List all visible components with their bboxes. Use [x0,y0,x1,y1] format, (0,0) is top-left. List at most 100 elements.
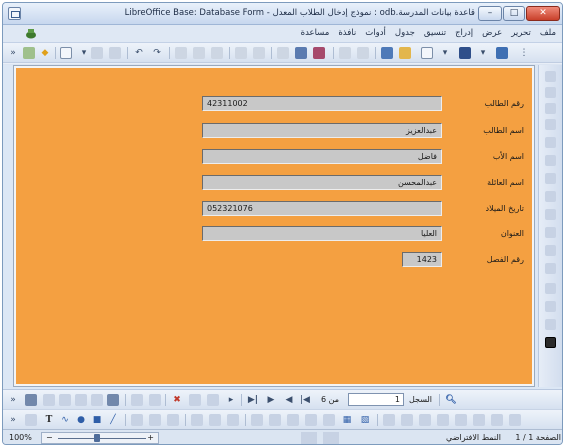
redo-icon[interactable]: ↷ [151,47,163,59]
select-icon[interactable] [545,71,556,82]
text-tool-icon[interactable]: T [43,414,55,426]
hyperlink-icon[interactable] [23,47,35,59]
control-wizard-icon[interactable] [545,103,556,114]
student-name-field[interactable]: عبدالعزيز [202,123,442,138]
database-icon[interactable] [459,47,471,59]
zoom-in-icon[interactable]: + [147,432,154,444]
curve-icon[interactable]: ∿ [59,414,71,426]
menu-edit[interactable]: تحرير [511,28,531,40]
edit-mode-icon[interactable] [60,47,72,59]
student-number-field[interactable]: 42311002 [202,96,442,111]
close-button[interactable]: ✕ [526,6,560,21]
callouts-icon[interactable] [209,414,221,426]
toggle-extrusion-icon[interactable] [509,414,521,426]
more-controls-icon[interactable] [545,283,556,294]
anchor-icon[interactable] [437,414,449,426]
pointer-icon[interactable] [25,414,37,426]
export-pdf-icon[interactable] [277,47,289,59]
from-file-icon[interactable] [287,414,299,426]
menu-window[interactable]: نافذة [338,28,356,40]
insert-chart-icon[interactable]: ▧ [359,414,371,426]
navigator-icon[interactable]: ◆ [39,47,51,59]
selection-mode-icon[interactable] [301,432,317,444]
save-record-icon[interactable] [207,394,219,406]
extrusion-icon[interactable] [323,414,335,426]
glue-points-icon[interactable] [491,414,503,426]
sort-ascending-icon[interactable] [43,394,55,406]
insert-table-icon[interactable]: ▦ [341,414,353,426]
zoom-slider[interactable]: − + [41,432,159,444]
email-icon[interactable] [339,47,351,59]
new-record-icon[interactable]: ▸ [225,394,237,406]
maximize-button[interactable]: □ [503,6,525,21]
form-navigator-icon[interactable] [545,301,556,312]
text-box-icon[interactable] [545,155,556,166]
find-icon[interactable] [253,47,265,59]
symbol-shapes-icon[interactable] [149,414,161,426]
fontwork-icon[interactable] [269,414,281,426]
checkbox-icon[interactable] [545,137,556,148]
copy-icon[interactable] [193,47,205,59]
draw-overflow-icon[interactable]: » [7,414,19,426]
menu-view[interactable]: عرض [482,28,502,40]
tab-order-icon[interactable] [545,319,556,330]
formatted-field-icon[interactable] [545,173,556,184]
gallery-icon[interactable] [305,414,317,426]
flowchart-icon[interactable] [191,414,203,426]
new-document-icon[interactable] [421,47,433,59]
refresh-icon[interactable] [25,394,37,406]
cut-icon[interactable] [211,47,223,59]
undo-icon[interactable]: ↶ [133,47,145,59]
nav-overflow-icon[interactable]: » [7,394,19,406]
edit-file-icon[interactable] [357,47,369,59]
delete-record-icon[interactable]: ✖ [171,394,183,406]
search-icon[interactable]: 🔍︎ [445,394,457,406]
combo-box-icon[interactable] [545,245,556,256]
undo-record-icon[interactable] [189,394,201,406]
save-icon[interactable] [381,47,393,59]
toolbar-overflow-icon[interactable]: » [7,47,19,59]
auto-filter-icon[interactable] [91,394,103,406]
class-number-field[interactable]: 1423 [402,252,442,267]
next-record-icon[interactable]: ▶ [265,394,277,406]
last-record-icon[interactable]: ▶| [247,394,259,406]
menu-tools[interactable]: أدوات [365,28,386,40]
arrange-icon[interactable] [419,414,431,426]
record-number-input[interactable]: 1 [348,393,404,406]
minimize-button[interactable]: – [478,6,502,21]
add-field-icon[interactable] [545,337,556,348]
dropdown-arrow-icon[interactable]: ▾ [78,47,90,59]
image-icon[interactable] [109,47,121,59]
print-icon[interactable] [295,47,307,59]
push-button-icon[interactable] [545,191,556,202]
option-button-icon[interactable] [545,209,556,220]
menu-help[interactable]: مساعدة [301,28,330,40]
wrap-icon[interactable] [473,414,485,426]
paste-icon[interactable] [175,47,187,59]
points-icon[interactable] [251,414,263,426]
align-icon[interactable] [401,414,413,426]
sort-icon[interactable] [75,394,87,406]
sort-descending-icon[interactable] [59,394,71,406]
form-design-icon[interactable] [496,47,508,59]
reset-filter-icon[interactable] [131,394,143,406]
apply-filter-icon[interactable] [107,394,119,406]
zoom-out-icon[interactable]: − [46,432,53,444]
stars-icon[interactable] [227,414,239,426]
form-filter-icon[interactable] [149,394,161,406]
rectangle-icon[interactable]: ■ [91,414,103,426]
basic-shapes-icon[interactable] [131,414,143,426]
form-properties-icon[interactable] [545,119,556,130]
block-arrows-icon[interactable] [167,414,179,426]
ellipse-icon[interactable]: ● [75,414,87,426]
toolbar-options-icon[interactable]: ⋮ [518,47,530,59]
birth-date-field[interactable]: 052321076 [202,201,442,216]
father-name-field[interactable]: فاضل [202,149,442,164]
address-field[interactable]: العليا [202,226,442,241]
line-icon[interactable]: ╱ [107,414,119,426]
table-icon[interactable] [91,47,103,59]
group-icon[interactable] [455,414,467,426]
menu-file[interactable]: ملف [540,28,556,40]
database-dropdown-icon[interactable]: ▾ [477,47,489,59]
design-mode-icon[interactable] [545,87,556,98]
